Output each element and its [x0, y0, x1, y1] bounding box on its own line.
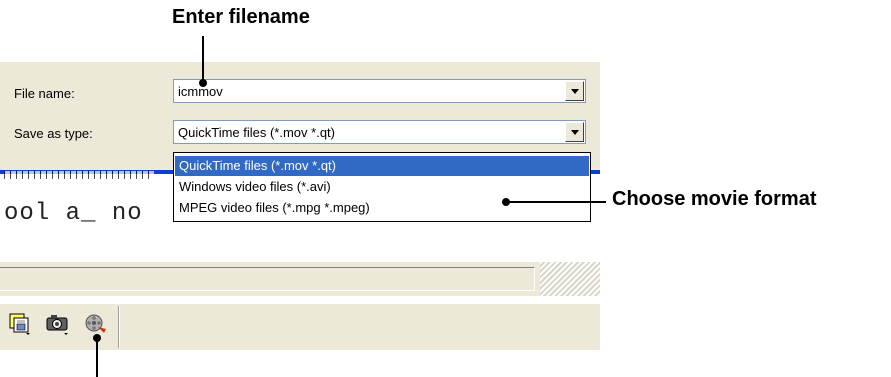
save-as-type-label: Save as type: [14, 126, 93, 141]
callout-line-filename [202, 36, 204, 82]
toolbar-separator [118, 306, 120, 348]
file-name-dropdown-button[interactable] [565, 81, 584, 101]
callout-line-format [506, 201, 606, 203]
save-as-type-dropdown-list: QuickTime files (*.mov *.qt) Windows vid… [173, 152, 591, 222]
chevron-down-icon [571, 130, 579, 135]
callout-dot-format [502, 198, 510, 206]
callout-choose-movie-format: Choose movie format [612, 188, 817, 210]
background-code-text: ool a_ no [4, 200, 143, 227]
file-name-label: File name: [14, 86, 75, 101]
ruler-stub [4, 171, 154, 179]
save-as-type-dropdown-button[interactable] [565, 122, 584, 142]
resize-grip[interactable] [540, 262, 600, 296]
camera-icon[interactable] [46, 312, 70, 336]
callout-line-toolbar [96, 338, 98, 377]
chevron-down-icon [571, 89, 579, 94]
callout-dot-filename [199, 79, 207, 87]
callout-enter-filename: Enter filename [172, 6, 310, 28]
file-name-field[interactable]: icmmov [173, 79, 586, 103]
dropdown-option-quicktime[interactable]: QuickTime files (*.mov *.qt) [175, 156, 589, 176]
callout-dot-toolbar [93, 334, 101, 342]
dropdown-option-avi[interactable]: Windows video files (*.avi) [175, 177, 589, 197]
status-field [0, 267, 535, 291]
movie-reel-icon[interactable] [84, 312, 108, 336]
save-as-type-select[interactable]: QuickTime files (*.mov *.qt) [173, 120, 586, 144]
save-as-type-value: QuickTime files (*.mov *.qt) [178, 125, 335, 140]
save-image-icon[interactable] [8, 312, 32, 336]
